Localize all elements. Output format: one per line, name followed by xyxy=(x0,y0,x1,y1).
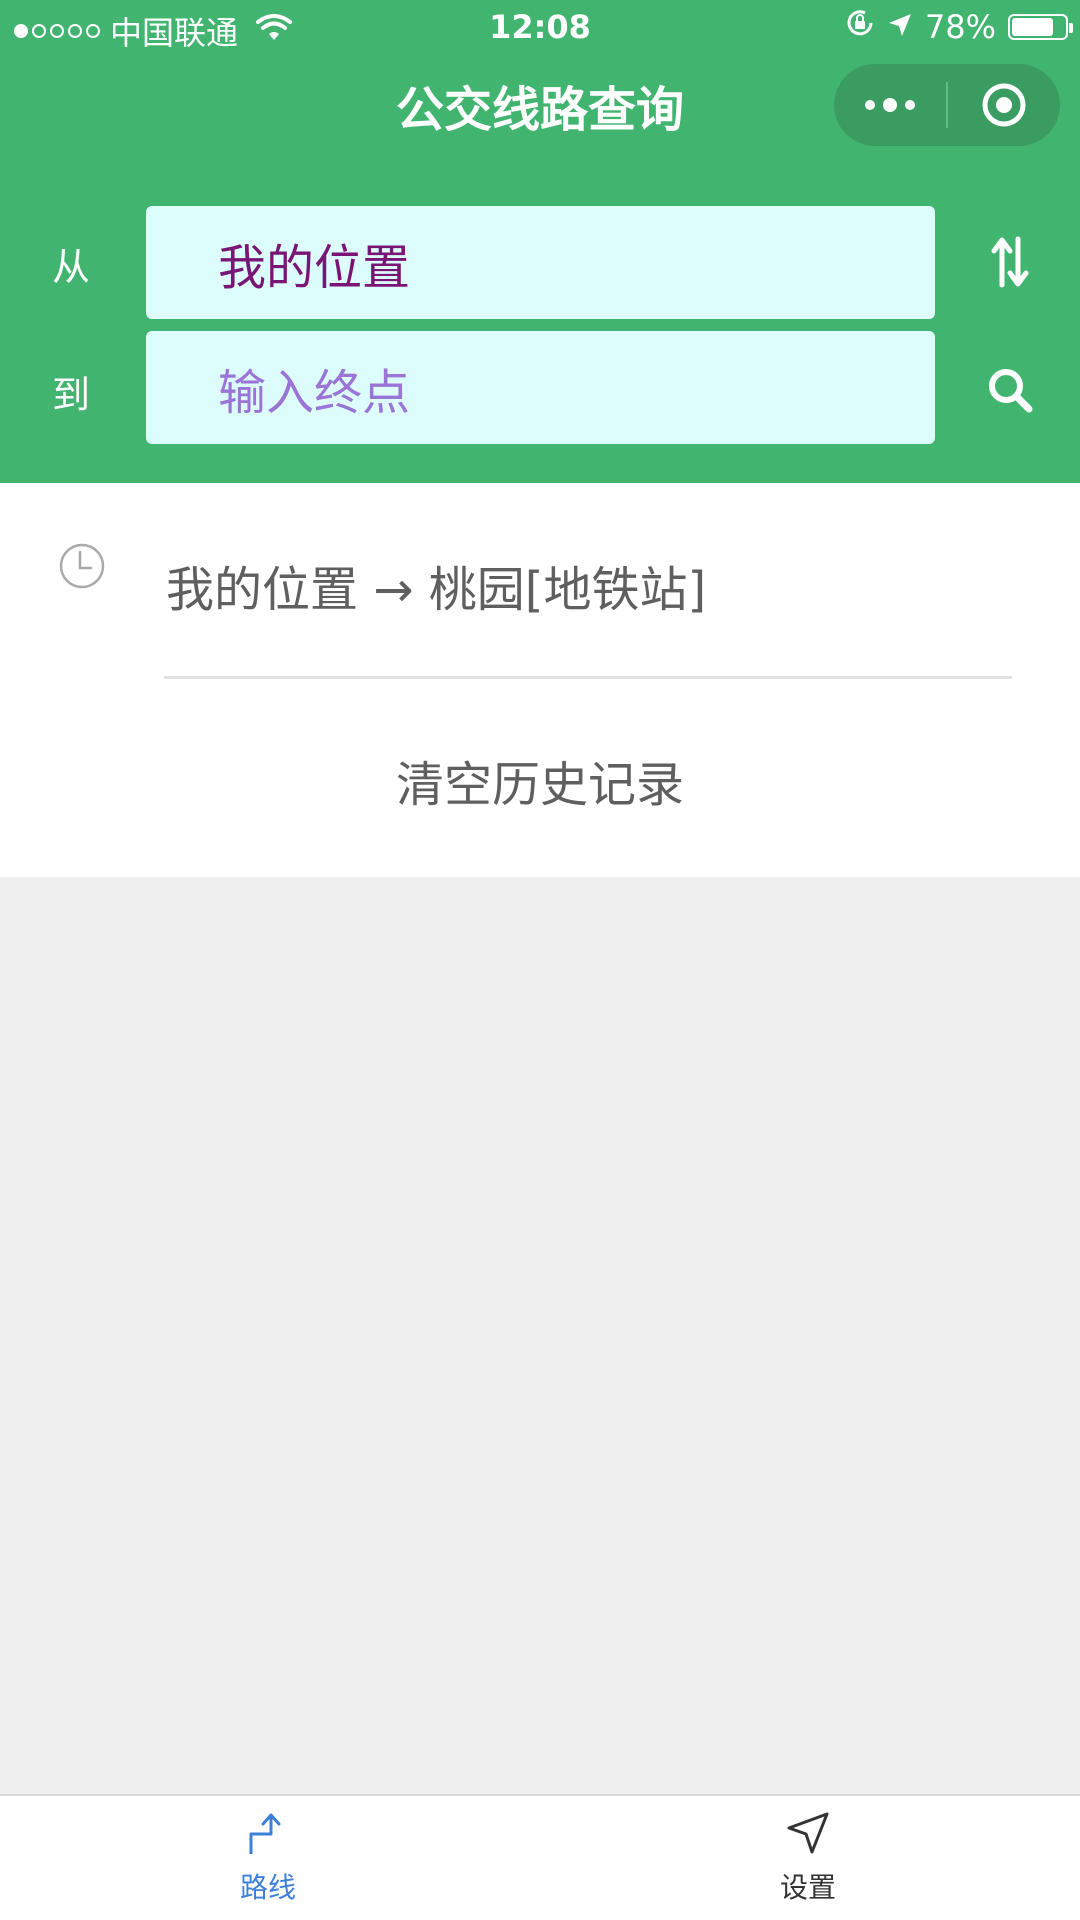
battery-tip xyxy=(1069,23,1073,33)
tab-settings-label: 设置 xyxy=(779,1871,836,1904)
status-right: 78% xyxy=(845,8,1073,46)
search-button[interactable] xyxy=(978,358,1042,422)
orientation-lock-icon xyxy=(845,8,875,46)
history-panel xyxy=(0,483,1080,877)
target-icon xyxy=(982,83,1026,127)
close-button[interactable] xyxy=(948,64,1060,146)
swap-button[interactable] xyxy=(978,230,1042,294)
miniprogram-capsule xyxy=(834,64,1060,146)
battery-percent: 78% xyxy=(924,8,996,46)
from-label: 从 xyxy=(52,245,91,289)
destination-input[interactable]: 输入终点 xyxy=(146,331,935,444)
destination-placeholder: 输入终点 xyxy=(218,364,411,421)
location-arrow-icon xyxy=(887,8,913,46)
route-icon xyxy=(249,1813,281,1854)
from-value: 我的位置 xyxy=(218,239,411,296)
clear-history-button[interactable]: 清空历史记录 xyxy=(0,745,1080,815)
from-input[interactable]: 我的位置 xyxy=(146,206,935,319)
tab-bar: 路线 设置 xyxy=(0,1794,1080,1920)
tab-route[interactable]: 路线 xyxy=(198,1810,338,1906)
history-item[interactable]: 我的位置 → 桃园[地铁站] xyxy=(166,550,706,620)
history-divider xyxy=(164,676,1012,679)
more-dots-icon xyxy=(865,98,915,112)
clock-icon xyxy=(58,542,106,594)
tab-route-label: 路线 xyxy=(239,1871,296,1904)
status-bar: 中国联通 12:08 78% xyxy=(0,0,1080,54)
tab-settings[interactable]: 设置 xyxy=(738,1810,878,1906)
swap-arrows-icon xyxy=(991,236,1029,288)
navigation-icon xyxy=(787,1812,829,1854)
battery-fill xyxy=(1012,18,1053,36)
more-button[interactable] xyxy=(834,64,946,146)
search-icon xyxy=(989,369,1033,413)
to-label: 到 xyxy=(52,373,91,417)
battery-icon xyxy=(1008,14,1073,40)
